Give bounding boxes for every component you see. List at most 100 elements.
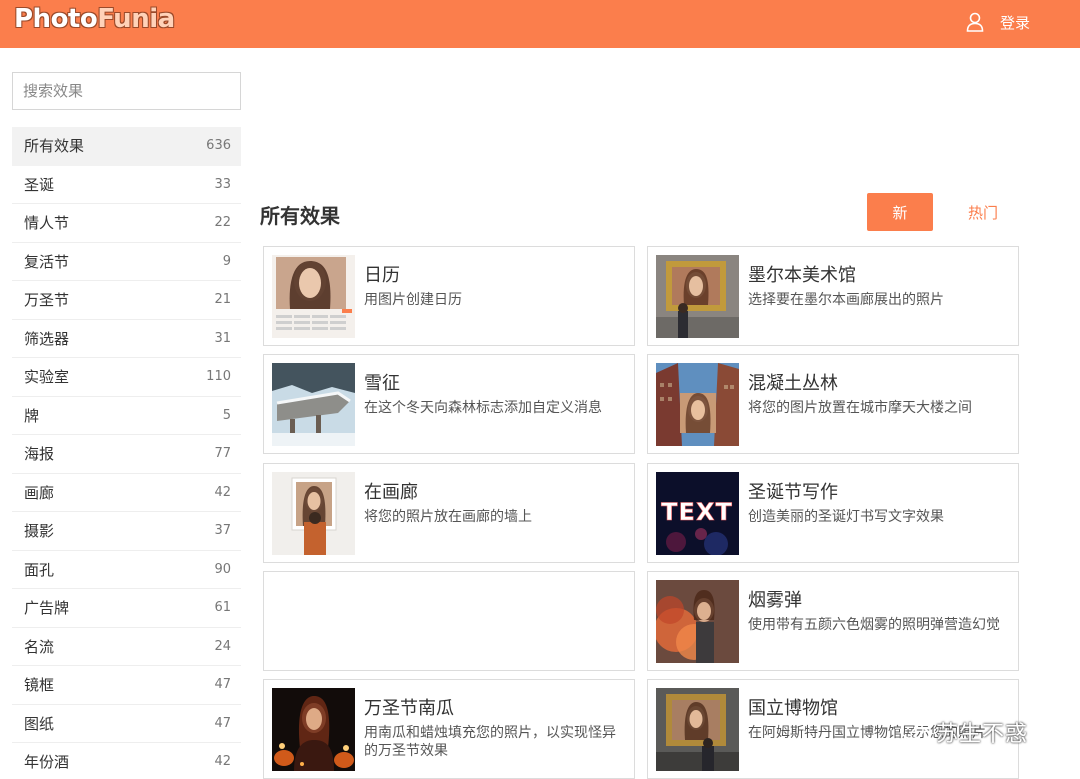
effect-card-calendar[interactable]: 日历 用图片创建日历	[263, 246, 635, 346]
effect-card-smoke-bomb[interactable]: 烟雾弹 使用带有五颜六色烟雾的照明弹营造幻觉	[647, 571, 1019, 671]
category-label: 所有效果	[24, 137, 85, 156]
category-count: 31	[214, 330, 231, 346]
category-item-posters[interactable]: 海报 77	[12, 435, 241, 474]
gallery-frame-thumbnail	[656, 255, 739, 338]
category-count: 110	[206, 369, 231, 385]
effect-card-halloween-pumpkin[interactable]: 万圣节南瓜 用南瓜和蜡烛填充您的照片，以实现怪异的万圣节效果	[263, 679, 635, 779]
effect-description: 在这个冬天向森林标志添加自定义消息	[364, 400, 602, 416]
effect-card-melbourne-gallery[interactable]: 墨尔本美术馆 选择要在墨尔本画廊展出的照片	[647, 246, 1019, 346]
category-label: 名流	[24, 637, 55, 656]
category-item-drawings[interactable]: 图纸 47	[12, 705, 241, 743]
effect-title: 万圣节南瓜	[364, 698, 454, 719]
login-label: 登录	[999, 13, 1030, 32]
category-item-photography[interactable]: 摄影 37	[12, 512, 241, 551]
category-count: 42	[214, 484, 231, 500]
section-title: 所有效果	[260, 204, 340, 228]
category-label: 年份酒	[24, 753, 70, 772]
effect-description: 用南瓜和蜡烛填充您的照片，以实现怪异的万圣节效果	[364, 725, 616, 759]
sort-hot-button[interactable]: 热门	[950, 193, 1016, 231]
effect-title: 墨尔本美术馆	[748, 265, 856, 286]
watermark: 苏生不惑	[900, 716, 1028, 748]
photofunia-logo[interactable]: PhotoFunia	[14, 4, 175, 34]
category-count: 77	[214, 446, 231, 462]
sort-new-button[interactable]: 新	[867, 193, 933, 231]
category-label: 筛选器	[24, 329, 70, 348]
logo-photo-text: Photo	[14, 4, 98, 34]
effect-title: 烟雾弹	[748, 590, 802, 611]
christmas-lights-thumbnail: TEXT	[656, 472, 739, 555]
category-item-valentines[interactable]: 情人节 22	[12, 204, 241, 243]
logo-funia-text: Funia	[97, 4, 175, 34]
effect-card-empty[interactable]	[263, 571, 635, 671]
category-item-faces[interactable]: 面孔 90	[12, 551, 241, 589]
category-label: 画廊	[24, 483, 55, 502]
category-label: 面孔	[24, 560, 55, 579]
search-input[interactable]	[12, 72, 241, 110]
effect-title: 国立博物馆	[748, 698, 838, 719]
effect-title: 圣诞节写作	[748, 482, 838, 503]
category-label: 情人节	[24, 214, 70, 233]
category-count: 90	[214, 561, 231, 577]
category-label: 圣诞	[24, 175, 55, 194]
category-count: 47	[214, 677, 231, 693]
calendar-thumbnail	[272, 255, 355, 338]
category-sidebar: 所有效果 636 圣诞 33 情人节 22 复活节 9 万圣节 21 筛选器 31 实验室 1…	[12, 127, 241, 779]
category-label: 摄影	[24, 522, 55, 541]
category-count: 24	[214, 638, 231, 654]
watermark-text: 苏生不惑	[936, 722, 1029, 747]
snow-sign-thumbnail	[272, 363, 355, 446]
category-item-celebrities[interactable]: 名流 24	[12, 628, 241, 666]
effect-card-in-gallery[interactable]: 在画廊 将您的照片放在画廊的墙上	[263, 463, 635, 563]
effect-title: 雪征	[364, 373, 400, 394]
gallery-wall-thumbnail	[272, 472, 355, 555]
effect-card-christmas-writing[interactable]: TEXT 圣诞节写作 创造美丽的圣诞灯书写文字效果	[647, 463, 1019, 563]
effect-description: 用图片创建日历	[364, 292, 462, 308]
category-count: 636	[206, 138, 231, 154]
effect-description: 创造美丽的圣诞灯书写文字效果	[748, 509, 944, 525]
category-count: 47	[214, 715, 231, 731]
category-count: 21	[214, 292, 231, 308]
top-bar: PhotoFunia 登录	[0, 0, 1080, 48]
pumpkin-thumbnail	[272, 688, 355, 771]
category-item-frames[interactable]: 镜框 47	[12, 666, 241, 705]
category-label: 广告牌	[24, 599, 70, 618]
category-count: 9	[222, 253, 231, 269]
wechat-icon	[900, 720, 930, 743]
museum-thumbnail	[656, 688, 739, 771]
category-label: 牌	[24, 406, 40, 425]
category-item-galleries[interactable]: 画廊 42	[12, 474, 241, 512]
effect-title: 混凝土丛林	[748, 373, 838, 394]
effect-description: 选择要在墨尔本画廊展出的照片	[748, 292, 944, 308]
category-count: 5	[222, 407, 231, 423]
login-button[interactable]: 登录	[966, 10, 1030, 34]
category-label: 实验室	[24, 368, 70, 387]
category-item-filters[interactable]: 筛选器 31	[12, 320, 241, 358]
category-item-billboards[interactable]: 广告牌 61	[12, 589, 241, 628]
smoke-bomb-thumbnail	[656, 580, 739, 663]
category-count: 42	[214, 754, 231, 770]
category-item-cards[interactable]: 牌5	[12, 397, 241, 435]
effect-title: 在画廊	[364, 482, 418, 503]
christmas-lights-text: TEXT	[661, 498, 733, 526]
category-item-easter[interactable]: 复活节 9	[12, 243, 241, 281]
category-label: 镜框	[24, 676, 55, 695]
effect-card-snow-sign[interactable]: 雪征 在这个冬天向森林标志添加自定义消息	[263, 354, 635, 454]
category-item-all[interactable]: 所有效果 636	[12, 127, 241, 166]
effect-title: 日历	[364, 265, 400, 286]
category-label: 万圣节	[24, 291, 70, 310]
category-count: 22	[214, 215, 231, 231]
category-item-halloween[interactable]: 万圣节 21	[12, 281, 241, 320]
category-count: 33	[214, 176, 231, 192]
category-item-christmas[interactable]: 圣诞 33	[12, 166, 241, 204]
user-icon	[966, 12, 984, 32]
category-item-lab[interactable]: 实验室 110	[12, 358, 241, 397]
category-count: 37	[214, 523, 231, 539]
category-label: 图纸	[24, 714, 55, 733]
effect-description: 将您的图片放置在城市摩天大楼之间	[748, 400, 972, 416]
effect-card-concrete-jungle[interactable]: 混凝土丛林 将您的图片放置在城市摩天大楼之间	[647, 354, 1019, 454]
effect-description: 将您的照片放在画廊的墙上	[364, 509, 532, 525]
skyscraper-thumbnail	[656, 363, 739, 446]
category-label: 复活节	[24, 252, 70, 271]
category-item-vintage[interactable]: 年份酒 42	[12, 743, 241, 779]
effect-description: 使用带有五颜六色烟雾的照明弹营造幻觉	[748, 617, 1000, 633]
